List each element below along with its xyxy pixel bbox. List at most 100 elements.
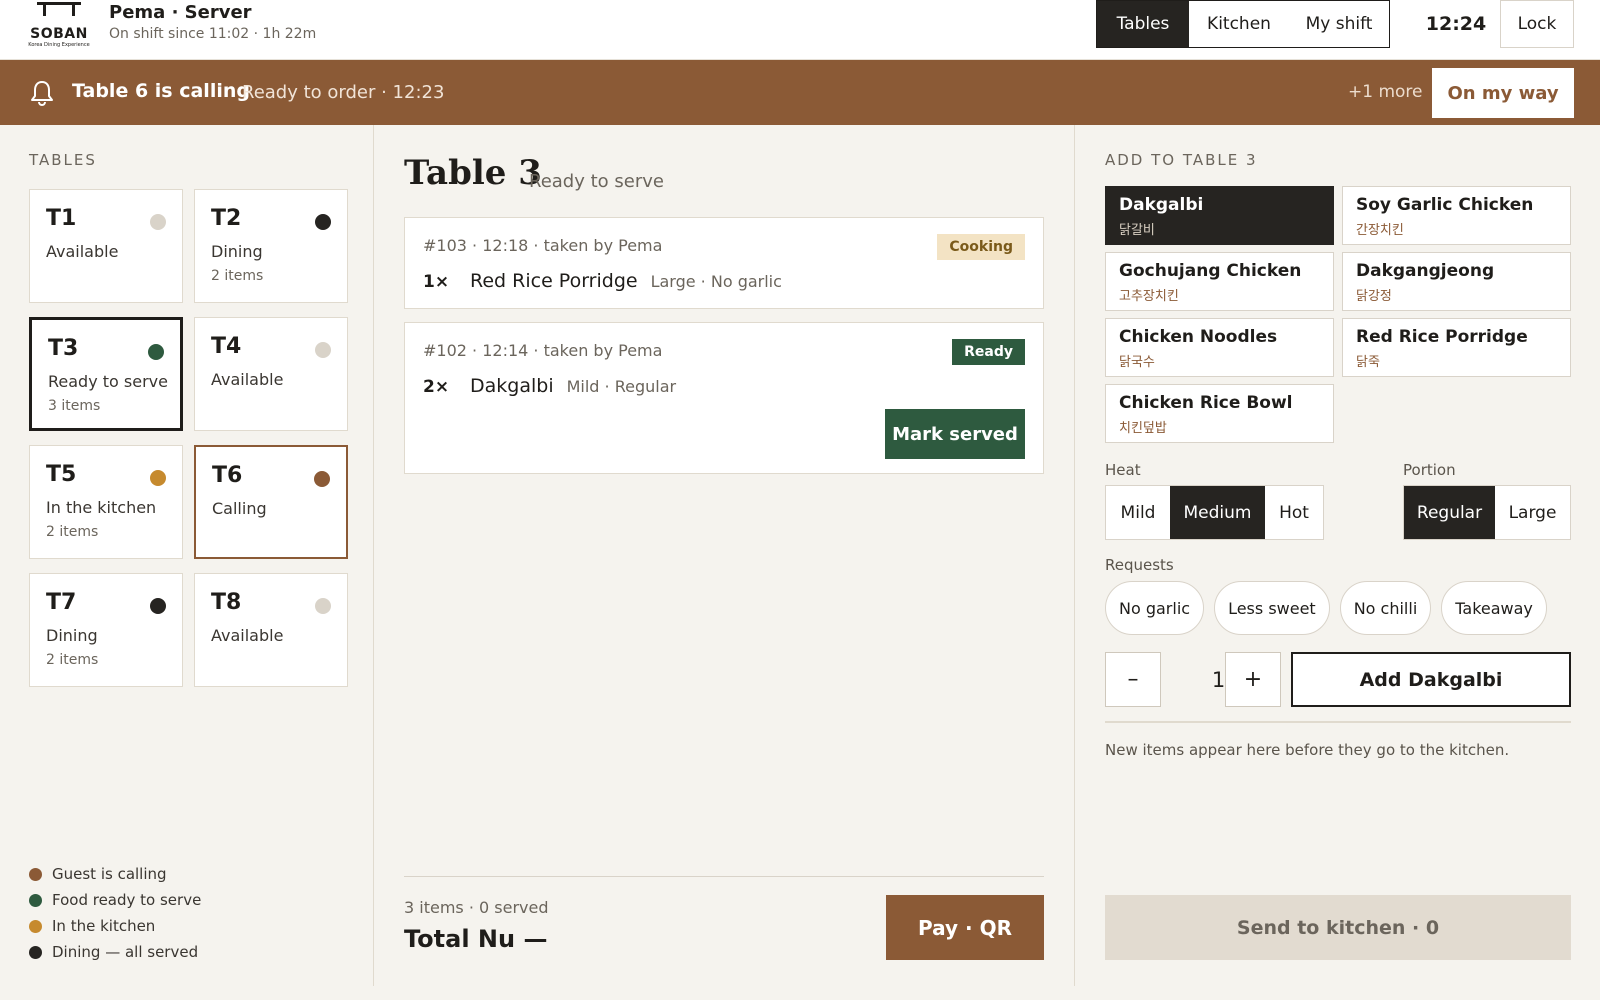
table-status: Dining (211, 242, 263, 261)
table-id: T8 (211, 590, 242, 615)
tab-kitchen[interactable]: Kitchen (1189, 1, 1289, 47)
table-card-t6[interactable]: T6 Calling (194, 445, 348, 559)
status-badge: Cooking (937, 234, 1025, 260)
tab-my-shift[interactable]: My shift (1289, 1, 1389, 47)
quantity-increase-button[interactable]: + (1225, 652, 1281, 707)
menu-item[interactable]: Chicken Noodles 닭국수 (1105, 318, 1334, 377)
table-status: Ready to serve (529, 171, 664, 192)
table-card-t5[interactable]: T5 In the kitchen 2 items (29, 445, 183, 559)
table-status: Available (211, 370, 284, 389)
portion-option-large[interactable]: Large (1495, 486, 1570, 539)
table-card-t2[interactable]: T2 Dining 2 items (194, 189, 348, 303)
legend-item: Dining — all served (29, 939, 201, 965)
table-card-t8[interactable]: T8 Available (194, 573, 348, 687)
menu-item[interactable]: Gochujang Chicken 고추장치킨 (1105, 252, 1334, 311)
user-name: Pema · Server (109, 2, 252, 23)
menu-item-korean-name: 닭죽 (1356, 355, 1380, 370)
quantity-decrease-button[interactable]: – (1105, 652, 1161, 707)
order-card: #103 · 12:18 · taken by Pema Cooking 1× … (404, 217, 1044, 309)
brand-tagline: Korea Dining Experience (28, 42, 90, 48)
menu-item[interactable]: Dakgangjeong 닭강정 (1342, 252, 1571, 311)
menu-item[interactable]: Soy Garlic Chicken 간장치킨 (1342, 186, 1571, 245)
heat-option-medium[interactable]: Medium (1170, 486, 1265, 539)
status-dot (315, 598, 331, 614)
order-card: #102 · 12:14 · taken by Pema Ready 2× Da… (404, 322, 1044, 474)
tab-tables[interactable]: Tables (1097, 1, 1189, 47)
table-status: Calling (212, 499, 267, 518)
table-card-t7[interactable]: T7 Dining 2 items (29, 573, 183, 687)
status-dot (315, 342, 331, 358)
order-meta: #103 · 12:18 · taken by Pema (423, 236, 663, 255)
legend-label: Dining — all served (52, 943, 199, 961)
status-badge: Ready (952, 339, 1025, 365)
menu-item-korean-name: 닭국수 (1119, 355, 1155, 370)
top-bar: SOBAN Korea Dining Experience Pema · Ser… (0, 0, 1600, 60)
menu-item-korean-name: 닭강정 (1356, 289, 1392, 304)
table-status: In the kitchen (46, 498, 157, 517)
menu-item[interactable]: Red Rice Porridge 닭죽 (1342, 318, 1571, 377)
on-my-way-button[interactable]: On my way (1432, 68, 1574, 118)
legend-dot (29, 945, 42, 959)
menu-item-name: Red Rice Porridge (1356, 327, 1528, 347)
status-dot (150, 598, 166, 614)
add-heading: ADD TO TABLE 3 (1105, 151, 1258, 169)
table-card-t1[interactable]: T1 Available (29, 189, 183, 303)
tables-panel: TABLES T1 Available T2 Dining 2 items T3 Ready… (0, 125, 374, 986)
table-id: T1 (46, 206, 77, 231)
heat-option-hot[interactable]: Hot (1265, 486, 1323, 539)
mark-served-button[interactable]: Mark served (885, 409, 1025, 459)
pending-hint: New items appear here before they go to … (1105, 741, 1510, 759)
heat-option-mild[interactable]: Mild (1106, 486, 1170, 539)
page-title: Table 3 (404, 153, 542, 193)
heat-selector: Mild Medium Hot (1105, 485, 1324, 540)
table-item-count: 2 items (46, 524, 99, 540)
table-card-t3[interactable]: T3 Ready to serve 3 items (29, 317, 183, 431)
legend-item: In the kitchen (29, 913, 201, 939)
status-dot (150, 470, 166, 486)
item-options: Mild · Regular (566, 377, 677, 396)
add-item-button[interactable]: Add Dakgalbi (1291, 652, 1571, 707)
item-name: Dakgalbi (470, 375, 554, 397)
portion-option-regular[interactable]: Regular (1404, 486, 1495, 539)
divider (1105, 721, 1571, 723)
menu-item[interactable]: Dakgalbi 닭갈비 (1105, 186, 1334, 245)
order-total: Total Nu — (404, 925, 548, 953)
call-banner: Table 6 is calling Ready to order · 12:2… (0, 60, 1600, 125)
shift-info: On shift since 11:02 · 1h 22m (109, 26, 317, 42)
request-chip-no-garlic[interactable]: No garlic (1105, 581, 1205, 635)
request-chip-no-chilli[interactable]: No chilli (1339, 581, 1432, 635)
order-line: 2× Dakgalbi Mild · Regular (423, 375, 676, 397)
request-chip-takeaway[interactable]: Takeaway (1441, 581, 1547, 635)
request-chip-less-sweet[interactable]: Less sweet (1214, 581, 1330, 635)
more-calls-link[interactable]: +1 more (1348, 82, 1423, 102)
status-dot (314, 471, 330, 487)
legend-dot (29, 893, 42, 907)
legend-item: Food ready to serve (29, 887, 201, 913)
status-dot (148, 344, 164, 360)
item-options: Large · No garlic (650, 272, 782, 291)
menu-item-name: Gochujang Chicken (1119, 261, 1302, 281)
menu-item-korean-name: 닭갈비 (1119, 223, 1155, 238)
banner-subtitle: Ready to order · 12:23 (242, 82, 445, 103)
menu-item[interactable]: Chicken Rice Bowl 치킨덮밥 (1105, 384, 1334, 443)
send-to-kitchen-button[interactable]: Send to kitchen · 0 (1105, 895, 1571, 960)
item-name: Red Rice Porridge (470, 270, 638, 292)
brand-logo: SOBAN Korea Dining Experience (28, 2, 90, 48)
table-item-count: 3 items (48, 398, 101, 414)
legend-dot (29, 867, 42, 881)
portion-label: Portion (1403, 461, 1456, 479)
table-item-count: 2 items (211, 268, 264, 284)
table-status: Dining (46, 626, 98, 645)
lock-button[interactable]: Lock (1500, 0, 1574, 48)
table-card-t4[interactable]: T4 Available (194, 317, 348, 431)
table-id: T2 (211, 206, 242, 231)
roof-logo-icon (37, 2, 81, 16)
items-summary: 3 items · 0 served (404, 898, 549, 917)
legend-label: Guest is calling (52, 865, 167, 883)
pay-qr-button[interactable]: Pay · QR (886, 895, 1044, 960)
bell-icon (31, 81, 53, 106)
legend-label: In the kitchen (52, 917, 156, 935)
status-dot (315, 214, 331, 230)
tables-heading: TABLES (29, 151, 97, 169)
item-quantity: 1× (423, 272, 450, 292)
